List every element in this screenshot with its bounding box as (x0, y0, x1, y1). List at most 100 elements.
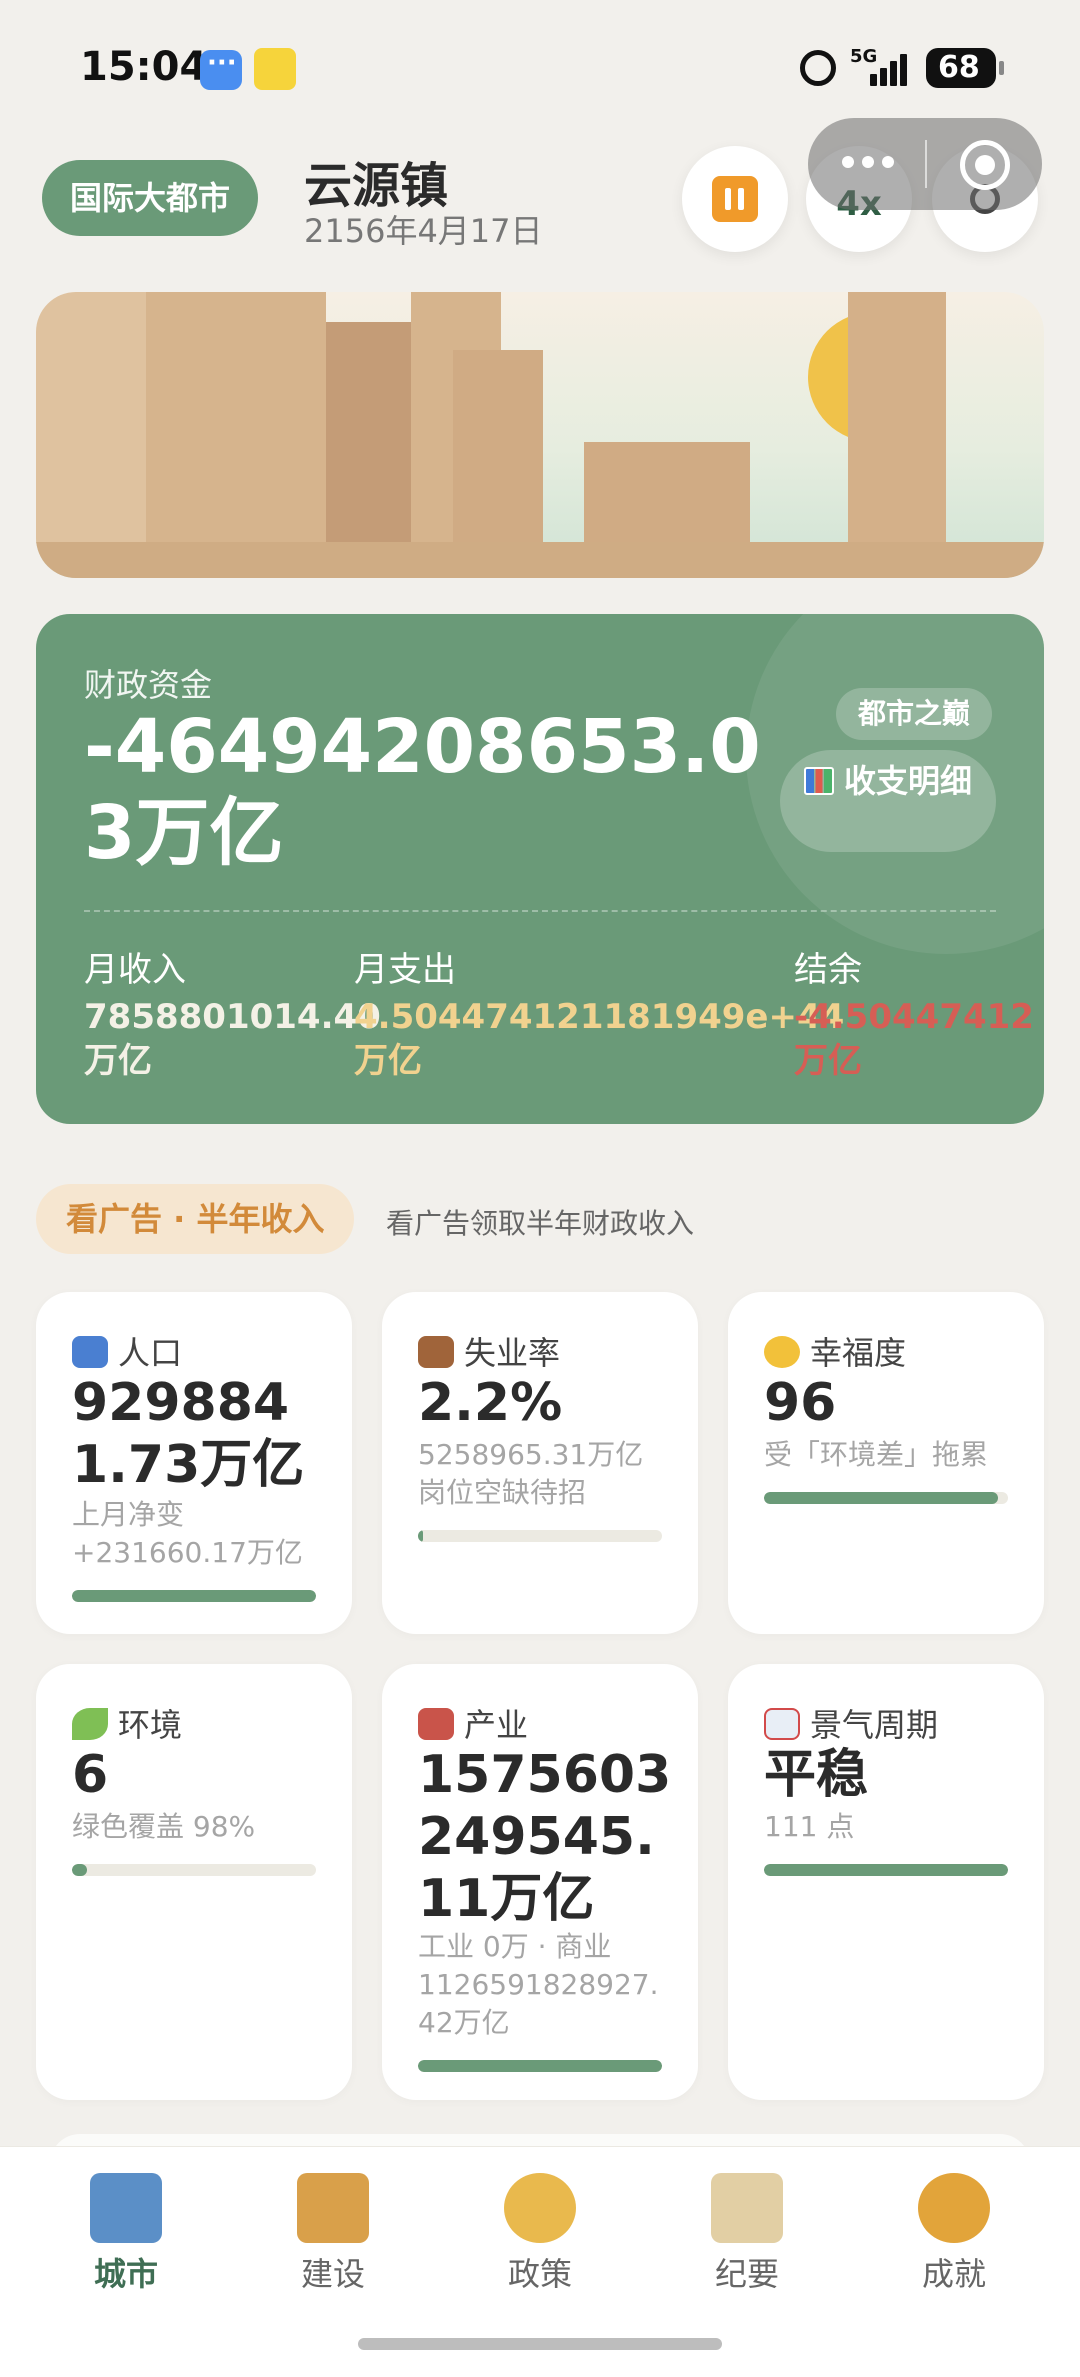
industry-card[interactable]: 产业 1575603249545.11万亿 工业 0万 · 商业 1126591… (382, 1664, 698, 2100)
building-shape (453, 350, 543, 544)
tab-achievements-label: 成就 (921, 2255, 986, 2293)
environment-title-text: 环境 (118, 1706, 183, 1744)
happiness-value: 96 (764, 1373, 837, 1433)
population-title-text: 人口 (118, 1334, 183, 1372)
environment-title: 环境 (72, 1700, 182, 1746)
tab-build[interactable]: 建设 (243, 2173, 423, 2295)
happiness-card[interactable]: 幸福度 96 受「环境差」拖累 (728, 1292, 1044, 1634)
balance-label: 结余 (794, 950, 862, 990)
tab-build-label: 建设 (300, 2255, 365, 2293)
unemployment-card[interactable]: 失业率 2.2% 5258965.31万亿 岗位空缺待招 (382, 1292, 698, 1634)
expense-unit: 万亿 (354, 1041, 422, 1081)
miniprogram-capsule (808, 118, 1042, 210)
industry-breakdown: 工业 0万 · 商业 (418, 1930, 612, 1963)
business-cycle-card[interactable]: 景气周期 平稳 111 点 (728, 1664, 1044, 2100)
smile-icon (764, 1336, 800, 1368)
compass-icon (504, 2173, 576, 2243)
tab-policy[interactable]: 政策 (450, 2173, 630, 2295)
balance-value: -4.504474121 (794, 997, 1034, 1037)
industry-progress (418, 2060, 662, 2072)
alarm-icon (800, 50, 836, 86)
tab-notes[interactable]: 纪要 (657, 2173, 837, 2295)
industry-title-text: 产业 (464, 1706, 529, 1744)
industry-title: 产业 (418, 1700, 528, 1746)
crane-icon (297, 2173, 369, 2243)
ad-description: 看广告领取半年财政收入 (386, 1207, 695, 1240)
monthly-expense: 月支出 4.504474121181949e+44 万亿 (354, 942, 844, 1083)
finance-detail-button[interactable]: 收支明细 (780, 750, 996, 852)
dashed-divider (84, 910, 996, 912)
happiness-title: 幸福度 (764, 1328, 906, 1374)
green-coverage: 绿色覆盖 98% (72, 1810, 256, 1843)
signal-icon (870, 52, 912, 86)
status-time: 15:04 (80, 44, 208, 90)
population-card[interactable]: 人口 9298841.73万亿 上月净变 +231660.17万亿 (36, 1292, 352, 1634)
city-skyline-illustration (36, 292, 1044, 578)
expense-label: 月支出 (354, 950, 456, 990)
vacancy-label: 岗位空缺待招 (418, 1476, 587, 1509)
chart-up-icon (764, 1708, 800, 1740)
population-value: 9298841.73万亿 (72, 1373, 305, 1495)
scroll-icon (711, 2173, 783, 2243)
pause-icon (712, 176, 758, 222)
tab-policy-label: 政策 (507, 2255, 572, 2293)
industry-value: 1575603249545.11万亿 (418, 1745, 672, 1929)
pause-button[interactable] (682, 146, 788, 252)
building-shape (584, 442, 750, 544)
city-title-chip: 都市之巅 (836, 688, 993, 740)
expense-value: 4.504474121181949e+44 (354, 997, 845, 1037)
close-miniprogram-icon[interactable] (960, 140, 1010, 190)
happiness-progress (764, 1492, 1008, 1504)
finance-detail-label: 收支明细 (843, 762, 972, 800)
city-icon (90, 2173, 162, 2243)
tab-achievements[interactable]: 成就 (864, 2173, 1044, 2295)
finance-label: 财政资金 (84, 666, 213, 704)
medal-icon (918, 2173, 990, 2243)
city-tier-badge[interactable]: 国际大都市 (42, 160, 259, 236)
balance-unit: 万亿 (794, 1041, 862, 1081)
unemployment-progress (418, 1530, 662, 1542)
people-icon (72, 1336, 108, 1368)
population-progress (72, 1590, 316, 1602)
finance-card: 财政资金 -46494208653.03万亿 都市之巅 收支明细 月收入 785… (36, 614, 1044, 1124)
home-indicator[interactable] (358, 2338, 722, 2350)
ground-shape (36, 542, 1044, 578)
building-shape (146, 292, 326, 544)
leaf-icon (72, 1708, 108, 1740)
cycle-title-text: 景气周期 (810, 1706, 939, 1744)
population-change-label: 上月净变 (72, 1498, 185, 1531)
cycle-progress (764, 1864, 1008, 1876)
cycle-title: 景气周期 (764, 1700, 938, 1746)
cycle-points: 111 点 (764, 1810, 855, 1843)
commerce-value: 1126591828927.42万亿 (418, 1968, 659, 2039)
battery-indicator: 68 (926, 48, 1004, 88)
building-shape (848, 292, 946, 544)
vacancy-count: 5258965.31万亿 (418, 1438, 644, 1471)
monthly-balance: 结余 -4.504474121 万亿 (794, 942, 1034, 1083)
app-notification-icon (254, 48, 296, 90)
building-shape (326, 322, 416, 544)
happiness-note: 受「环境差」拖累 (764, 1438, 989, 1471)
income-label: 月收入 (84, 950, 186, 990)
game-date: 2156年4月17日 (304, 212, 543, 250)
capsule-divider (925, 140, 927, 188)
tab-notes-label: 纪要 (714, 2255, 779, 2293)
population-title: 人口 (72, 1328, 182, 1374)
briefcase-icon (418, 1336, 454, 1368)
watch-ad-button[interactable]: 看广告 · 半年收入 (36, 1184, 355, 1254)
tab-city[interactable]: 城市 (36, 2173, 216, 2295)
monthly-income: 月收入 7858801014.40 万亿 (84, 942, 381, 1083)
status-bar: 15:04 5G 68 (0, 0, 1080, 130)
unemployment-value: 2.2% (418, 1373, 563, 1433)
environment-progress (72, 1864, 316, 1876)
environment-value: 6 (72, 1745, 109, 1805)
cycle-value: 平稳 (764, 1745, 869, 1805)
income-value: 7858801014.40 (84, 997, 381, 1037)
more-icon[interactable] (842, 156, 896, 172)
income-unit: 万亿 (84, 1041, 152, 1081)
unemployment-title-text: 失业率 (464, 1334, 561, 1372)
factory-icon (418, 1708, 454, 1740)
message-app-icon (200, 48, 242, 90)
environment-card[interactable]: 环境 6 绿色覆盖 98% (36, 1664, 352, 2100)
population-change-value: +231660.17万亿 (72, 1536, 303, 1569)
